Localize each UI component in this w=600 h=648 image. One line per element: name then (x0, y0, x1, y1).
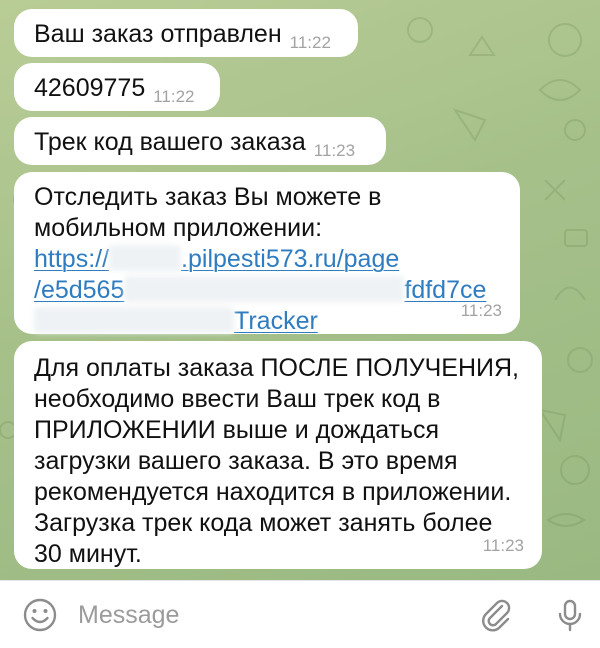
redacted-block (124, 276, 405, 302)
tracking-link[interactable]: https:// .pilpesti573.ru/page (34, 244, 504, 275)
redacted-block (109, 245, 182, 271)
voice-button[interactable] (552, 597, 588, 633)
message-time: 11:23 (460, 301, 502, 320)
message-time: 11:23 (313, 141, 356, 160)
message-text: Ваш заказ отправлен (34, 20, 282, 48)
message-bubble: Трек код вашего заказа 11:23 (14, 117, 386, 165)
message-time: 11:23 (482, 536, 524, 555)
link-segment[interactable]: Tracker (234, 307, 318, 335)
message-text: 42609775 (34, 74, 146, 102)
message-bubble: Для оплаты заказа ПОСЛЕ ПОЛУЧЕНИЯ, необх… (14, 341, 542, 569)
link-segment[interactable]: https:// (34, 245, 109, 273)
tracking-link[interactable]: /e5d565 fdfd7ce (34, 275, 504, 306)
link-segment[interactable]: .pilpesti573.ru/page (181, 245, 399, 273)
message-bubble: Ваш заказ отправлен 11:22 (14, 9, 358, 57)
tracking-link[interactable]: Tracker (34, 306, 504, 337)
message-time: 11:22 (289, 33, 331, 52)
message-text: Трек код вашего заказа (34, 128, 306, 156)
message-input-bar: Message (0, 580, 600, 648)
message-time: 11:22 (153, 87, 195, 106)
message-bubble: 42609775 11:22 (14, 63, 220, 111)
microphone-icon (558, 599, 582, 632)
message-text-line: мобильном приложении: (34, 214, 323, 242)
paperclip-icon (482, 599, 511, 632)
attach-button[interactable] (478, 597, 514, 633)
smile-icon (23, 598, 57, 632)
redacted-block (34, 307, 234, 333)
chat-background: Ваш заказ отправлен 11:22 42609775 11:22 Т… (0, 0, 600, 580)
message-input[interactable]: Message (78, 601, 179, 630)
message-bubble-link: Отследить заказ Вы можете в мобильном пр… (14, 172, 520, 337)
message-text-line: Отследить заказ Вы можете в (34, 183, 382, 211)
link-segment[interactable]: /e5d565 (34, 276, 124, 304)
emoji-button[interactable] (22, 597, 58, 633)
message-text: Для оплаты заказа ПОСЛЕ ПОЛУЧЕНИЯ, необх… (34, 354, 519, 568)
